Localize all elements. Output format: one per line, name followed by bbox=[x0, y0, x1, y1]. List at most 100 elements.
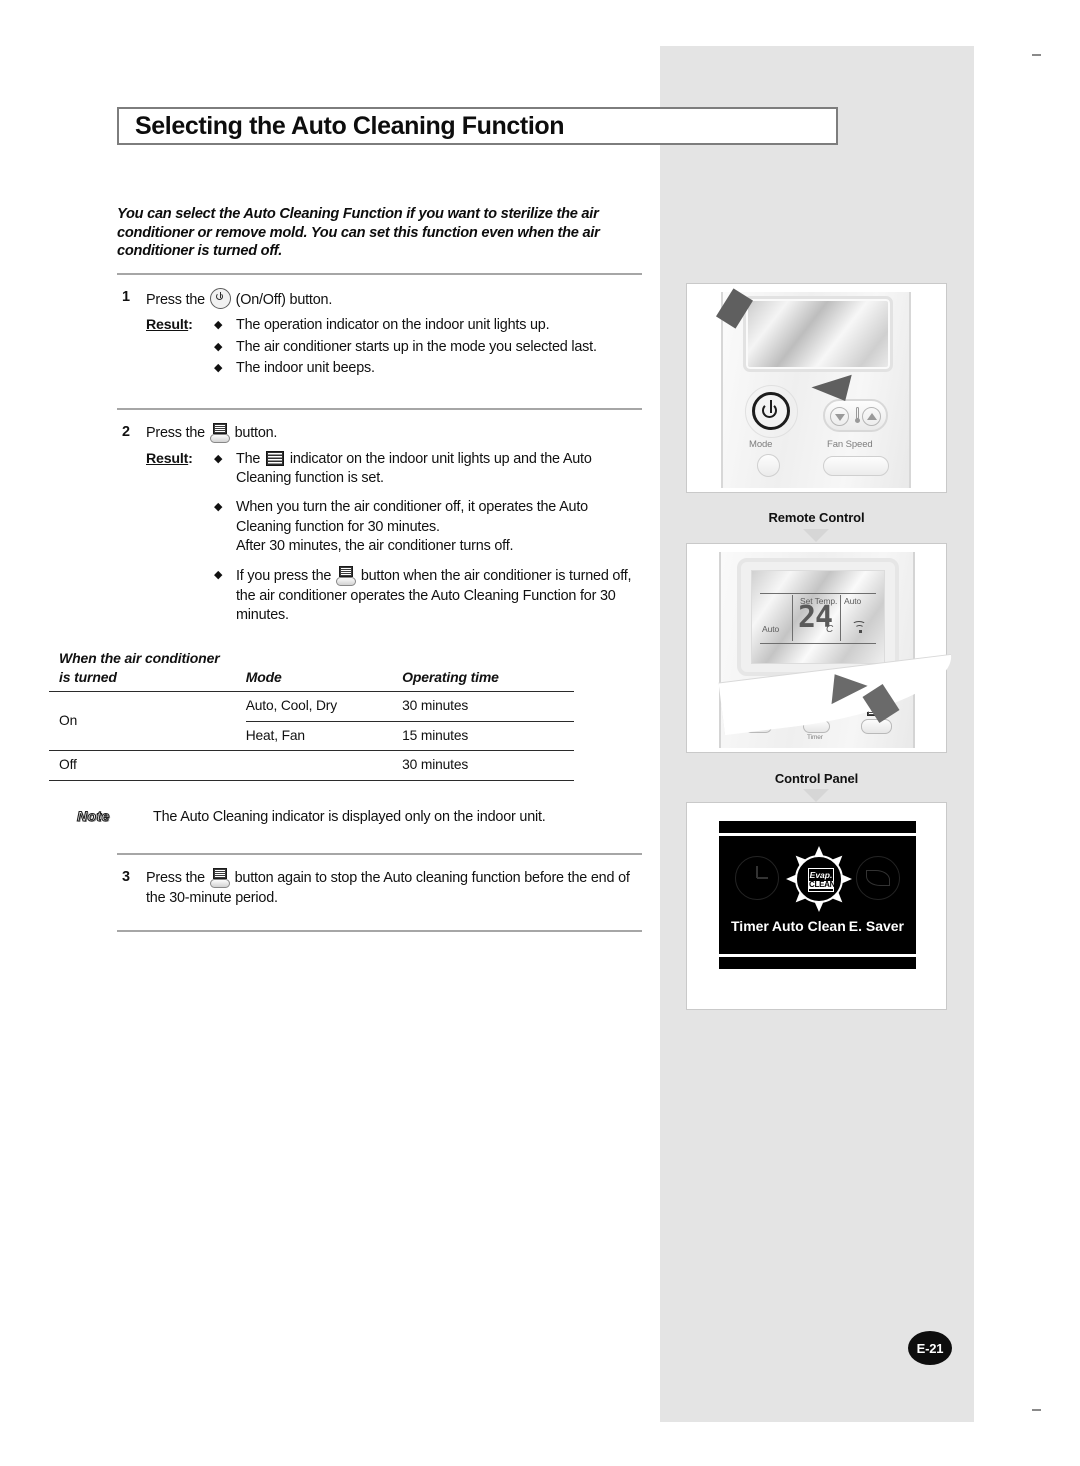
note-badge: Note bbox=[76, 807, 110, 824]
diamond-bullet-icon: ◆ bbox=[214, 501, 223, 514]
step-1: 1 Press the (On/Off) button. Result: ◆ T… bbox=[117, 288, 642, 380]
cp-button-auto-clean bbox=[861, 719, 892, 734]
operating-time-table: When the air conditioner is turned Mode … bbox=[49, 649, 574, 781]
display-bezel-bottom bbox=[719, 957, 916, 969]
page-title: Selecting the Auto Cleaning Function bbox=[135, 111, 565, 140]
step-2-result-label: Result: bbox=[146, 450, 214, 627]
crop-mark-top-right bbox=[1032, 54, 1041, 56]
remote-lcd-screen bbox=[743, 296, 893, 372]
lcd-auto-right-label: Auto bbox=[844, 596, 862, 606]
remote-label-mode: Mode bbox=[749, 439, 773, 450]
result-colon: : bbox=[188, 317, 193, 334]
auto-clean-button-icon bbox=[336, 566, 357, 587]
cp-label-timer: Timer bbox=[807, 734, 823, 741]
lcd-line-bottom bbox=[760, 643, 876, 645]
table-cell-state: Off bbox=[49, 750, 246, 781]
table-header-mode: Mode bbox=[245, 669, 282, 686]
auto-clean-button-icon bbox=[209, 868, 230, 889]
step-2-result1-b: indicator on the indoor unit lights up a… bbox=[236, 450, 592, 487]
step-3-number: 3 bbox=[122, 869, 130, 886]
step-2-result-item: ◆ The indicator on the indoor unit light… bbox=[214, 450, 642, 489]
step-2-result2-line2: After 30 minutes, the air conditioner tu… bbox=[236, 537, 514, 554]
page-title-box: Selecting the Auto Cleaning Function bbox=[117, 107, 838, 145]
table-cell-mode: Heat, Fan bbox=[245, 727, 305, 743]
step-1-result-text: The operation indicator on the indoor un… bbox=[236, 317, 550, 334]
lcd-divider-left bbox=[792, 595, 794, 641]
step-2-result-block: Result: ◆ The indicator on the indoor un… bbox=[146, 450, 642, 627]
step-1-result-block: Result: ◆ The operation indicator on the… bbox=[146, 316, 642, 380]
remote-temp-pad bbox=[823, 399, 888, 432]
illustration-remote-control: Mode Fan Speed bbox=[686, 283, 947, 493]
crop-mark-bottom-right bbox=[1032, 1409, 1041, 1411]
pointer-arrow-head-icon bbox=[831, 674, 869, 708]
label-auto-clean: Auto Clean bbox=[771, 918, 846, 934]
step-1-result-item: ◆ The air conditioner starts up in the m… bbox=[214, 338, 642, 357]
display-bezel-top bbox=[719, 821, 916, 833]
table-row: On Auto, Cool, Dry 30 minutes bbox=[49, 690, 574, 751]
divider-1 bbox=[117, 273, 642, 276]
content-column: You can select the Auto Cleaning Functio… bbox=[49, 205, 642, 933]
timer-indicator-icon bbox=[735, 856, 779, 900]
step-2: 2 Press the button. Result: ◆ The indica… bbox=[49, 423, 642, 827]
step-3-text-before: Press the bbox=[146, 870, 205, 887]
illustration-indoor-display: Evap. CLEAN Timer Auto Clean E. Saver bbox=[686, 802, 947, 1010]
step-1-number: 1 bbox=[122, 289, 130, 306]
table-header-state-line1: When the air conditioner bbox=[59, 650, 220, 667]
step-1-result-text: The indoor unit beeps. bbox=[236, 360, 375, 377]
step-1-result-item: ◆ The operation indicator on the indoor … bbox=[214, 316, 642, 335]
control-panel-lcd-frame: Set Temp. Auto Auto 24 C bbox=[737, 558, 899, 676]
control-panel-lcd: Set Temp. Auto Auto 24 C bbox=[751, 570, 885, 664]
step-2-result-text-2: When you turn the air conditioner off, i… bbox=[236, 498, 642, 556]
flow-arrow-down-icon bbox=[803, 529, 829, 542]
operating-time-table-wrap: When the air conditioner is turned Mode … bbox=[49, 649, 574, 781]
diamond-bullet-icon: ◆ bbox=[214, 362, 223, 375]
divider-3 bbox=[117, 853, 642, 856]
lcd-divider-right bbox=[840, 595, 842, 641]
diamond-bullet-icon: ◆ bbox=[214, 569, 223, 582]
energy-saver-indicator-icon bbox=[856, 856, 900, 900]
table-cell-time: 30 minutes bbox=[402, 750, 574, 781]
intro-paragraph: You can select the Auto Cleaning Functio… bbox=[117, 206, 600, 260]
caption-remote-control: Remote Control bbox=[768, 510, 865, 525]
remote-label-fan-speed: Fan Speed bbox=[827, 439, 873, 450]
table-header-state: When the air conditioner is turned bbox=[49, 649, 246, 691]
evap-label-bottom: CLEAN bbox=[809, 879, 836, 889]
table-header-time: Operating time bbox=[402, 669, 499, 686]
diamond-bullet-icon: ◆ bbox=[214, 319, 223, 332]
table-header-row: When the air conditioner is turned Mode … bbox=[49, 649, 574, 691]
temp-up-icon bbox=[862, 407, 881, 426]
label-e-saver: E. Saver bbox=[848, 918, 904, 934]
note-row: Note The Auto Cleaning indicator is disp… bbox=[49, 807, 642, 827]
step-2-result-text-3: If you press the button when the air con… bbox=[236, 566, 642, 625]
result-underline: Result bbox=[146, 317, 189, 334]
table-header-state-line2: is turned bbox=[59, 669, 117, 686]
step-2-result1-a: The bbox=[236, 450, 261, 467]
result-underline: Result bbox=[146, 450, 189, 467]
table-row: Off 30 minutes bbox=[49, 750, 574, 781]
step-2-result3-a: If you press the bbox=[236, 568, 332, 585]
caption-control-panel: Control Panel bbox=[774, 771, 859, 786]
auto-clean-highlight-icon: Evap. CLEAN bbox=[786, 846, 852, 912]
divider-4 bbox=[117, 930, 642, 933]
table-cell-time: 15 minutes bbox=[402, 727, 469, 743]
auto-clean-button-icon bbox=[209, 423, 230, 444]
power-onoff-icon bbox=[209, 288, 231, 310]
result-colon: : bbox=[188, 450, 193, 467]
diamond-bullet-icon: ◆ bbox=[214, 340, 223, 353]
step-3: 3 Press the button again to stop the Aut… bbox=[117, 868, 642, 908]
step-1-result-label: Result: bbox=[146, 316, 214, 380]
table-cell-time: 30 minutes bbox=[402, 690, 574, 722]
auto-clean-circle: Evap. CLEAN bbox=[795, 855, 843, 903]
lcd-line-top bbox=[760, 593, 876, 595]
remote-body: Mode Fan Speed bbox=[716, 288, 911, 488]
remote-mode-button bbox=[757, 454, 780, 477]
table-cell-state: On bbox=[49, 690, 246, 751]
auto-clean-indicator-icon bbox=[266, 450, 285, 466]
step-1-text-before: Press the bbox=[146, 292, 205, 309]
step-1-result-item: ◆ The indoor unit beeps. bbox=[214, 359, 642, 378]
lcd-temperature-unit: C bbox=[826, 624, 834, 635]
step-2-text-after: button. bbox=[234, 425, 278, 442]
step-1-instruction: Press the (On/Off) button. bbox=[146, 288, 642, 310]
step-1-text-after: (On/Off) button. bbox=[235, 292, 333, 309]
label-timer: Timer bbox=[731, 918, 769, 934]
